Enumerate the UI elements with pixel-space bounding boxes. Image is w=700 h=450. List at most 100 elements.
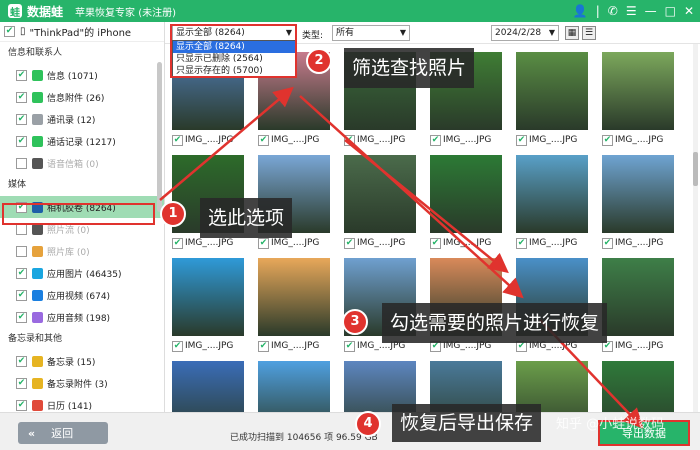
photo-tile[interactable]: IMG_....JPG <box>516 155 588 253</box>
device-checkbox[interactable] <box>4 26 15 37</box>
maximize-icon[interactable]: □ <box>665 3 676 19</box>
sidebar-item[interactable]: 应用图片 (46435) <box>0 262 164 284</box>
photo-thumbnail[interactable] <box>602 258 674 336</box>
photo-filename: IMG_....JPG <box>271 135 320 145</box>
photo-thumbnail[interactable] <box>430 155 502 233</box>
photo-thumbnail[interactable] <box>172 258 244 336</box>
photo-tile[interactable]: IMG_....JPG <box>602 52 674 150</box>
photo-checkbox[interactable] <box>516 134 527 146</box>
photo-caption: IMG_....JPG <box>602 340 663 352</box>
photo-checkbox[interactable] <box>344 237 355 249</box>
photo-tile[interactable]: IMG_....JPG <box>516 52 588 150</box>
sidebar-item[interactable]: 照片库 (0) <box>0 240 164 262</box>
sidebar-item-checkbox[interactable] <box>16 355 27 367</box>
sidebar-item-checkbox[interactable] <box>16 245 27 257</box>
photo-tile[interactable]: IMG_....JPG <box>602 155 674 253</box>
support-icon[interactable]: ✆ <box>608 3 618 19</box>
photo-tile[interactable]: IMG_....JPG <box>172 361 244 412</box>
sidebar-item-checkbox[interactable] <box>16 399 27 411</box>
photo-checkbox[interactable] <box>172 134 183 146</box>
grid-scrollbar[interactable] <box>693 44 698 412</box>
photo-tile[interactable]: IMG_....JPG <box>344 155 416 253</box>
photo-checkbox[interactable] <box>258 237 269 249</box>
app-name: 数据蛙 <box>27 4 64 19</box>
photo-checkbox[interactable] <box>430 134 441 146</box>
photo-thumbnail[interactable] <box>602 361 674 412</box>
photo-checkbox[interactable] <box>602 134 613 146</box>
photo-checkbox[interactable] <box>172 340 183 352</box>
photo-thumbnail[interactable] <box>258 258 330 336</box>
date-value: 2024/2/28 <box>495 28 542 38</box>
photo-thumbnail[interactable] <box>516 52 588 130</box>
photo-caption: IMG_....JPG <box>516 134 577 146</box>
photo-filename: IMG_....JPG <box>443 238 492 248</box>
sidebar-item-checkbox[interactable] <box>16 289 27 301</box>
photo-thumbnail[interactable] <box>602 52 674 130</box>
sidebar-item[interactable]: 备忘录附件 (3) <box>0 372 164 394</box>
sidebar-item-label: 照片库 (0) <box>47 247 90 258</box>
sidebar-item-checkbox[interactable] <box>16 157 27 169</box>
type-dropdown[interactable]: 所有 ▼ <box>332 25 410 41</box>
photo-checkbox[interactable] <box>344 340 355 352</box>
sidebar-item-checkbox[interactable] <box>16 113 27 125</box>
user-icon[interactable]: 👤 <box>573 3 588 19</box>
window-controls: 👤 | ✆ ☰ — □ ✕ <box>573 3 694 19</box>
sidebar-item-checkbox[interactable] <box>16 311 27 323</box>
sidebar-item-checkbox[interactable] <box>16 135 27 147</box>
sidebar-item[interactable]: 通讯录 (12) <box>0 108 164 130</box>
sidebar-item[interactable]: 通话记录 (1217) <box>0 130 164 152</box>
photo-checkbox[interactable] <box>258 340 269 352</box>
callout-step-3: 勾选需要的照片进行恢复 <box>382 303 608 343</box>
photo-filename: IMG_....JPG <box>271 341 320 351</box>
photo-thumbnail[interactable] <box>172 361 244 412</box>
callout-step-2: 筛选查找照片 <box>344 48 475 88</box>
photo-checkbox[interactable] <box>516 237 527 249</box>
minimize-icon[interactable]: — <box>645 3 657 19</box>
sidebar-item[interactable]: 应用音频 (198) <box>0 306 164 328</box>
app-subtitle: 苹果恢复专家 (未注册) <box>75 7 176 19</box>
sidebar-item-checkbox[interactable] <box>16 223 27 235</box>
grid-view-icon[interactable]: ▦ <box>565 26 579 40</box>
sidebar-item-checkbox[interactable] <box>16 377 27 389</box>
photo-filename: IMG_....JPG <box>529 135 578 145</box>
photo-tile[interactable]: IMG_....JPG <box>602 361 674 412</box>
sidebar-item[interactable]: 应用视频 (674) <box>0 284 164 306</box>
step-badge-3: 3 <box>342 309 368 335</box>
sidebar-item-checkbox[interactable] <box>16 69 27 81</box>
photo-thumbnail[interactable] <box>516 155 588 233</box>
sidebar-item-checkbox[interactable] <box>16 267 27 279</box>
sidebar-item[interactable]: 语音信箱 (0) <box>0 152 164 174</box>
sidebar-item[interactable]: 备忘录 (15) <box>0 350 164 372</box>
app-logo: 蛙 数据蛙 <box>8 3 63 20</box>
photo-tile[interactable]: IMG_....JPG <box>258 258 330 356</box>
sidebar-item[interactable]: 日历 (141) <box>0 394 164 412</box>
sidebar-item-label: 语音信箱 (0) <box>47 159 99 170</box>
photo-library-icon <box>32 245 43 257</box>
photo-filename: IMG_....JPG <box>529 238 578 248</box>
list-view-icon[interactable]: ☰ <box>582 26 596 40</box>
photo-checkbox[interactable] <box>602 237 613 249</box>
photo-checkbox[interactable] <box>172 237 183 249</box>
sidebar-item[interactable]: 信息 (1071) <box>0 64 164 86</box>
photo-checkbox[interactable] <box>430 237 441 249</box>
photo-tile[interactable]: IMG_....JPG <box>172 258 244 356</box>
photo-tile[interactable]: IMG_....JPG <box>602 258 674 356</box>
sidebar-item-checkbox[interactable] <box>16 91 27 103</box>
sidebar-item-label: 信息附件 (26) <box>47 93 105 104</box>
photo-tile[interactable]: IMG_....JPG <box>430 155 502 253</box>
sidebar-scrollbar[interactable] <box>157 62 162 212</box>
photo-checkbox[interactable] <box>344 134 355 146</box>
back-button[interactable]: « 返回 <box>18 422 108 444</box>
photo-checkbox[interactable] <box>258 134 269 146</box>
sidebar-item[interactable]: 信息附件 (26) <box>0 86 164 108</box>
photo-thumbnail[interactable] <box>602 155 674 233</box>
close-icon[interactable]: ✕ <box>684 3 694 19</box>
photo-caption: IMG_....JPG <box>602 237 663 249</box>
device-row[interactable]: ▯ "ThinkPad"的 iPhone <box>0 22 164 42</box>
grid-scroll-thumb[interactable] <box>693 152 698 186</box>
photo-tile[interactable]: IMG_....JPG <box>258 361 330 412</box>
photo-thumbnail[interactable] <box>344 155 416 233</box>
photo-thumbnail[interactable] <box>258 361 330 412</box>
menu-icon[interactable]: ☰ <box>626 3 637 19</box>
date-picker[interactable]: 2024/2/28 ▼ <box>491 25 559 41</box>
